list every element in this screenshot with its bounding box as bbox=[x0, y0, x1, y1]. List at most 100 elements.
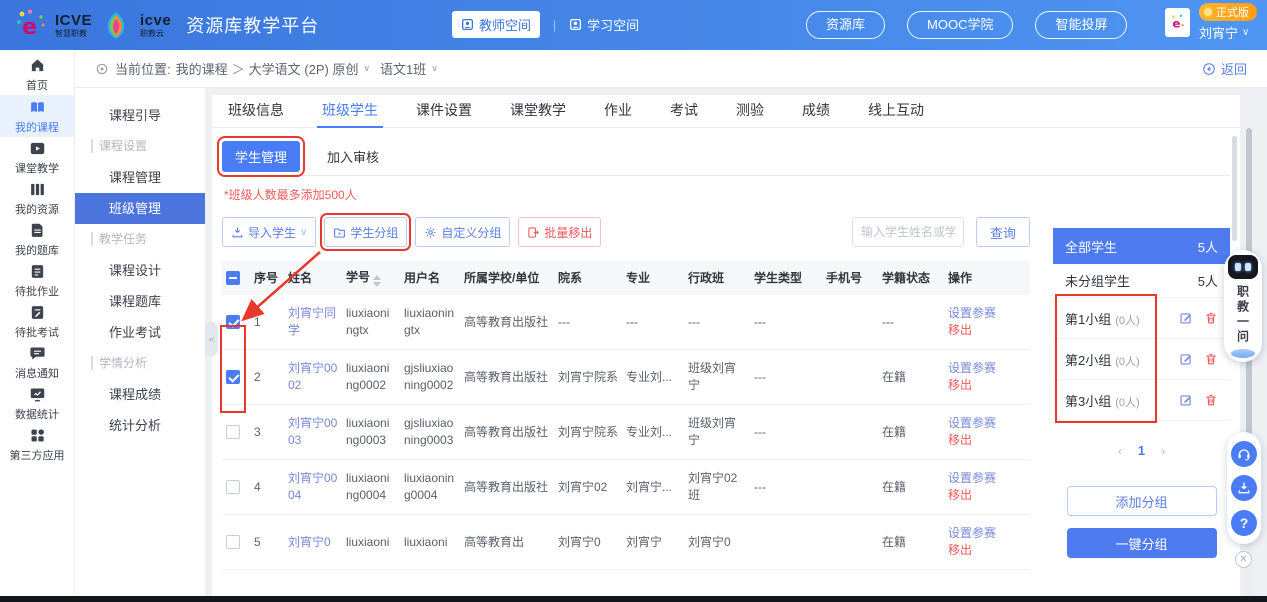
breadcrumb-class[interactable]: 语文1班 bbox=[380, 59, 426, 78]
edit-icon[interactable] bbox=[1179, 393, 1193, 407]
submenu-item[interactable]: 课程题库 bbox=[75, 286, 205, 317]
cell-enrollment-status: 在籍 bbox=[878, 515, 944, 570]
edit-icon[interactable] bbox=[1179, 352, 1193, 366]
submenu-item[interactable]: 统计分析 bbox=[75, 410, 205, 441]
group-row[interactable]: 第2小组(0人) bbox=[1053, 339, 1230, 380]
tab-8[interactable]: 成绩 bbox=[802, 95, 830, 127]
close-floating-bar-button[interactable]: ✕ bbox=[1235, 551, 1252, 568]
submenu-item[interactable]: 作业考试 bbox=[75, 317, 205, 348]
sidebar-item-label: 待批考试 bbox=[15, 324, 59, 340]
cell-department: 刘宵宁0 bbox=[554, 515, 622, 570]
download-icon bbox=[231, 226, 244, 239]
chevron-left-icon[interactable]: ‹ bbox=[1118, 444, 1122, 458]
sidebar-item-homework[interactable]: 待批作业 bbox=[0, 260, 74, 301]
subtab-join-review[interactable]: 加入审核 bbox=[327, 147, 379, 166]
sort-icon[interactable] bbox=[373, 275, 381, 287]
set-contest-link[interactable]: 设置参赛 bbox=[948, 415, 1026, 432]
cell-student-id: liuxiaoning0002 bbox=[342, 350, 400, 405]
trash-icon[interactable] bbox=[1204, 311, 1218, 325]
customer-service-button[interactable] bbox=[1231, 441, 1257, 467]
chevron-right-icon[interactable]: › bbox=[1161, 444, 1165, 458]
import-students-button[interactable]: 导入学生 ∨ bbox=[222, 217, 316, 247]
user-box[interactable]: e 正式版 刘宵宁∨ bbox=[1165, 3, 1257, 42]
student-name-link[interactable]: 刘宵宁0004 bbox=[288, 470, 338, 504]
sidebar-item-classroom[interactable]: 课堂教学 bbox=[0, 137, 74, 178]
group-filter-all[interactable]: 全部学生 5人 bbox=[1053, 228, 1230, 264]
tab-6[interactable]: 考试 bbox=[670, 95, 698, 127]
submenu-item[interactable]: 班级管理 bbox=[75, 193, 205, 224]
teacher-space-button[interactable]: 教师空间 bbox=[452, 11, 540, 38]
smart-screen-button[interactable]: 智能投屏 bbox=[1035, 11, 1127, 39]
query-button[interactable]: 查询 bbox=[976, 217, 1030, 247]
auto-group-button[interactable]: 一键分组 bbox=[1067, 528, 1217, 558]
help-button[interactable]: ? bbox=[1231, 510, 1257, 536]
sidebar-item-courses[interactable]: 我的课程 bbox=[0, 96, 74, 137]
custom-group-button[interactable]: 自定义分组 bbox=[415, 217, 510, 247]
row-checkbox[interactable] bbox=[226, 370, 240, 384]
sidebar-item-stats[interactable]: 数据统计 bbox=[0, 383, 74, 424]
submenu-item[interactable]: 课程管理 bbox=[75, 162, 205, 193]
trash-icon[interactable] bbox=[1204, 352, 1218, 366]
sidebar-item-apps[interactable]: 第三方应用 bbox=[0, 424, 74, 465]
student-name-link[interactable]: 刘宵宁同学 bbox=[288, 305, 338, 339]
row-checkbox[interactable] bbox=[226, 315, 240, 329]
group-row[interactable]: 第3小组(0人) bbox=[1053, 380, 1230, 421]
remove-link[interactable]: 移出 bbox=[948, 542, 1026, 559]
cell-department: 刘宵宁院系 bbox=[554, 350, 622, 405]
card-scrollbar-thumb[interactable] bbox=[1232, 136, 1237, 241]
learning-space-button[interactable]: 学习空间 bbox=[569, 15, 639, 34]
set-contest-link[interactable]: 设置参赛 bbox=[948, 360, 1026, 377]
row-checkbox[interactable] bbox=[226, 425, 240, 439]
trash-icon[interactable] bbox=[1204, 393, 1218, 407]
student-name-link[interactable]: 刘宵宁0002 bbox=[288, 360, 338, 394]
breadcrumb-course[interactable]: 大学语文 (2P) 原创 bbox=[249, 59, 359, 78]
student-name-link[interactable]: 刘宵宁0003 bbox=[288, 415, 338, 449]
set-contest-link[interactable]: 设置参赛 bbox=[948, 470, 1026, 487]
tab-9[interactable]: 线上互动 bbox=[868, 95, 924, 127]
remove-link[interactable]: 移出 bbox=[948, 322, 1026, 339]
username[interactable]: 刘宵宁∨ bbox=[1199, 23, 1249, 42]
batch-remove-button[interactable]: 批量移出 bbox=[518, 217, 601, 247]
submenu-item[interactable]: 课程引导 bbox=[75, 100, 205, 131]
edit-icon[interactable] bbox=[1179, 311, 1193, 325]
back-button[interactable]: 返回 bbox=[1202, 59, 1247, 78]
tab-1[interactable]: 班级信息 bbox=[228, 95, 284, 127]
resource-library-button[interactable]: 资源库 bbox=[806, 11, 885, 39]
remove-link[interactable]: 移出 bbox=[948, 377, 1026, 394]
tab-7[interactable]: 测验 bbox=[736, 95, 764, 127]
row-checkbox[interactable] bbox=[226, 480, 240, 494]
student-search-input[interactable] bbox=[852, 217, 964, 247]
set-contest-link[interactable]: 设置参赛 bbox=[948, 305, 1026, 322]
submenu-collapse-button[interactable]: « bbox=[205, 322, 218, 356]
group-filter-ungrouped[interactable]: 未分组学生 5人 bbox=[1053, 264, 1230, 298]
assistant-widget[interactable]: 职教一问 bbox=[1224, 250, 1262, 362]
breadcrumb-my-courses[interactable]: 我的课程 bbox=[176, 59, 228, 78]
submenu-item[interactable]: 课程设计 bbox=[75, 255, 205, 286]
sidebar-item-resources[interactable]: 我的资源 bbox=[0, 178, 74, 219]
download-center-button[interactable] bbox=[1231, 475, 1257, 501]
icon-rail: 首页我的课程课堂教学我的资源我的题库待批作业待批考试消息通知数据统计第三方应用 bbox=[0, 50, 75, 597]
sidebar-item-exam[interactable]: 待批考试 bbox=[0, 301, 74, 342]
sidebar-item-question-bank[interactable]: 我的题库 bbox=[0, 219, 74, 260]
remove-link[interactable]: 移出 bbox=[948, 432, 1026, 449]
select-all-checkbox[interactable] bbox=[226, 271, 240, 285]
column-header: 操作 bbox=[944, 261, 1030, 295]
group-students-button[interactable]: 学生分组 bbox=[324, 217, 407, 247]
cell-department: --- bbox=[554, 295, 622, 350]
submenu-item[interactable]: 课程成绩 bbox=[75, 379, 205, 410]
sidebar-item-message[interactable]: 消息通知 bbox=[0, 342, 74, 383]
tab-5[interactable]: 作业 bbox=[604, 95, 632, 127]
tab-3[interactable]: 课件设置 bbox=[416, 95, 472, 127]
mooc-college-button[interactable]: MOOC学院 bbox=[907, 11, 1013, 39]
tab-2[interactable]: 班级学生 bbox=[322, 95, 378, 127]
tab-4[interactable]: 课堂教学 bbox=[510, 95, 566, 127]
sidebar-item-home[interactable]: 首页 bbox=[0, 55, 74, 96]
page-number[interactable]: 1 bbox=[1138, 443, 1145, 458]
add-group-button[interactable]: 添加分组 bbox=[1067, 486, 1217, 516]
subtab-student-management[interactable]: 学生管理 bbox=[222, 141, 300, 172]
group-row[interactable]: 第1小组(0人) bbox=[1053, 298, 1230, 339]
row-checkbox[interactable] bbox=[226, 535, 240, 549]
set-contest-link[interactable]: 设置参赛 bbox=[948, 525, 1026, 542]
student-name-link[interactable]: 刘宵宁0 bbox=[288, 534, 338, 551]
remove-link[interactable]: 移出 bbox=[948, 487, 1026, 504]
